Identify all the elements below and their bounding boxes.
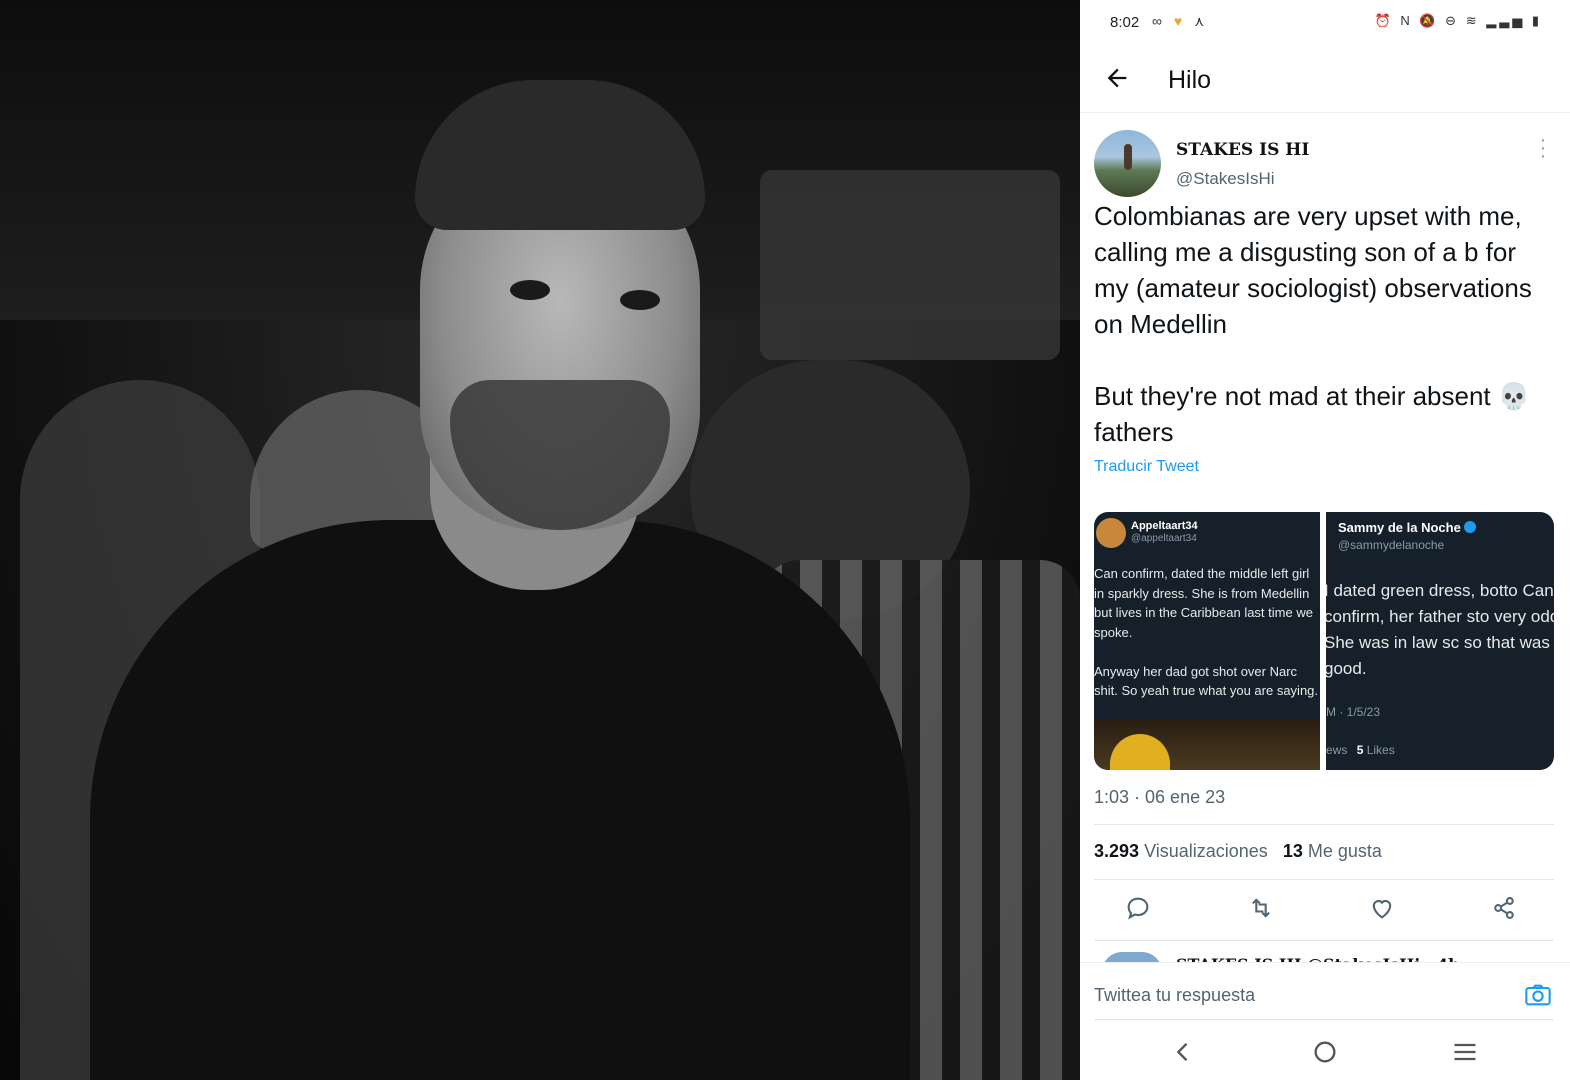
- yellow-hat: [1110, 734, 1170, 770]
- waffle-avatar: [1096, 518, 1126, 548]
- media-right-stats: ews 5 Likes: [1326, 743, 1395, 757]
- bar-shelf: [760, 170, 1060, 360]
- author-handle[interactable]: @StakesIsHi: [1176, 169, 1275, 189]
- wifi-icon: ≋: [1465, 13, 1480, 28]
- status-time: 8:02: [1110, 14, 1140, 31]
- camera-svg: [1525, 984, 1551, 1006]
- status-right-icons: ⏰ N 🔕 ⊖ ≋ ▂▃▅ ▮: [1375, 13, 1542, 29]
- likes-count: 13: [1282, 841, 1303, 861]
- retweet-icon[interactable]: [1246, 894, 1278, 926]
- recents-nav-svg: [1454, 1043, 1476, 1061]
- divider-3: [1094, 940, 1554, 941]
- status-left-icons: ∞ ♥ ⋏: [1152, 13, 1208, 30]
- likes-label[interactable]: Me gusta: [1308, 841, 1382, 861]
- media-right-text: I dated green dress, botto Can confirm, …: [1326, 581, 1554, 678]
- more-options-icon[interactable]: · · ·: [1536, 130, 1550, 166]
- status-bar: 8:02 ∞ ♥ ⋏ ⏰ N 🔕 ⊖ ≋ ▂▃▅ ▮: [1080, 0, 1570, 44]
- link-icon: ∞: [1152, 13, 1166, 29]
- retweet-svg: [1252, 898, 1270, 918]
- recents-nav-icon[interactable]: [1450, 1038, 1480, 1066]
- author-name[interactable]: STAKES IS HI: [1176, 140, 1309, 160]
- right-eye: [620, 290, 660, 310]
- media-image-right[interactable]: Sammy de la Noche @sammydelanoche I date…: [1326, 512, 1554, 770]
- twitter-app-screen: 8:02 ∞ ♥ ⋏ ⏰ N 🔕 ⊖ ≋ ▂▃▅ ▮ Hilo STAKES I…: [1080, 0, 1570, 1080]
- share-svg: [1494, 897, 1514, 919]
- reply-input[interactable]: Twittea tu respuesta: [1094, 985, 1255, 1006]
- android-nav-bar: [1080, 1022, 1570, 1080]
- media-left-name: Appeltaart34: [1131, 520, 1198, 532]
- person-icon: ⋏: [1194, 13, 1209, 29]
- media-image-left[interactable]: Appeltaart34 @appeltaart34 Can confirm, …: [1094, 512, 1320, 770]
- back-nav-icon[interactable]: [1168, 1038, 1198, 1066]
- tweet-actions: [1094, 890, 1554, 930]
- profile-photo: [0, 0, 1080, 1080]
- back-arrow-svg: [1107, 68, 1127, 88]
- share-icon[interactable]: [1490, 894, 1522, 926]
- divider-2: [1094, 879, 1554, 880]
- reply-icon[interactable]: [1124, 894, 1156, 926]
- reply-bar: Twittea tu respuesta: [1080, 962, 1570, 1021]
- nfc-icon: N: [1400, 13, 1413, 28]
- signal-icon: ▂▃▅: [1486, 13, 1526, 28]
- alarm-icon: ⏰: [1374, 13, 1394, 28]
- next-tweet-preview[interactable]: STAKES IS HI @StakesIsHi · 4h: [1176, 952, 1460, 962]
- like-icon[interactable]: [1368, 894, 1400, 926]
- media-right-views-fragment: ews: [1326, 743, 1348, 757]
- views-count: 3.293: [1094, 841, 1140, 861]
- camera-icon[interactable]: [1524, 983, 1552, 1007]
- media-left-text: Can confirm, dated the middle left girl …: [1094, 566, 1319, 698]
- back-nav-svg: [1176, 1043, 1188, 1061]
- tweet-media[interactable]: Appeltaart34 @appeltaart34 Can confirm, …: [1094, 512, 1554, 770]
- media-left-photo-strip: [1094, 720, 1320, 770]
- home-nav-icon[interactable]: [1310, 1038, 1340, 1066]
- views-label[interactable]: Visualizaciones: [1144, 841, 1268, 861]
- home-nav-svg: [1314, 1041, 1336, 1063]
- verified-badge-icon: [1464, 521, 1477, 533]
- reply-svg: [1127, 897, 1149, 920]
- like-svg: [1372, 900, 1392, 919]
- arrow-left-icon[interactable]: [1100, 64, 1134, 98]
- reply-underline: [1094, 1019, 1554, 1020]
- media-right-name-text: Sammy de la Noche: [1338, 520, 1461, 535]
- divider-1: [1094, 824, 1554, 825]
- translate-link[interactable]: Traducir Tweet: [1094, 458, 1199, 476]
- black-tshirt: [90, 520, 910, 1080]
- tweet-stats: 3.293 Visualizaciones 13 Me gusta: [1094, 841, 1382, 862]
- media-right-likes-count: 5: [1356, 743, 1364, 757]
- media-right-likes-label: Likes: [1366, 743, 1395, 757]
- media-right-handle: @sammydelanoche: [1338, 538, 1445, 552]
- left-eye: [510, 280, 550, 300]
- page-title: Hilo: [1168, 66, 1212, 94]
- battery-icon: ▮: [1531, 13, 1542, 28]
- media-right-time: M · 1/5/23: [1326, 705, 1381, 719]
- tweet-text: Colombianas are very upset with me, call…: [1094, 201, 1532, 447]
- avatar-figure: [1124, 144, 1132, 170]
- dnd-icon: ⊖: [1445, 13, 1460, 28]
- header-bar: Hilo: [1080, 52, 1570, 113]
- heart-icon: ♥: [1173, 13, 1187, 29]
- media-left-handle: @appeltaart34: [1131, 533, 1197, 544]
- mute-icon: 🔕: [1419, 13, 1439, 28]
- author-avatar[interactable]: [1094, 130, 1161, 197]
- tweet-timestamp[interactable]: 1:03 · 06 ene 23: [1094, 787, 1225, 808]
- media-right-name: Sammy de la Noche: [1338, 520, 1477, 535]
